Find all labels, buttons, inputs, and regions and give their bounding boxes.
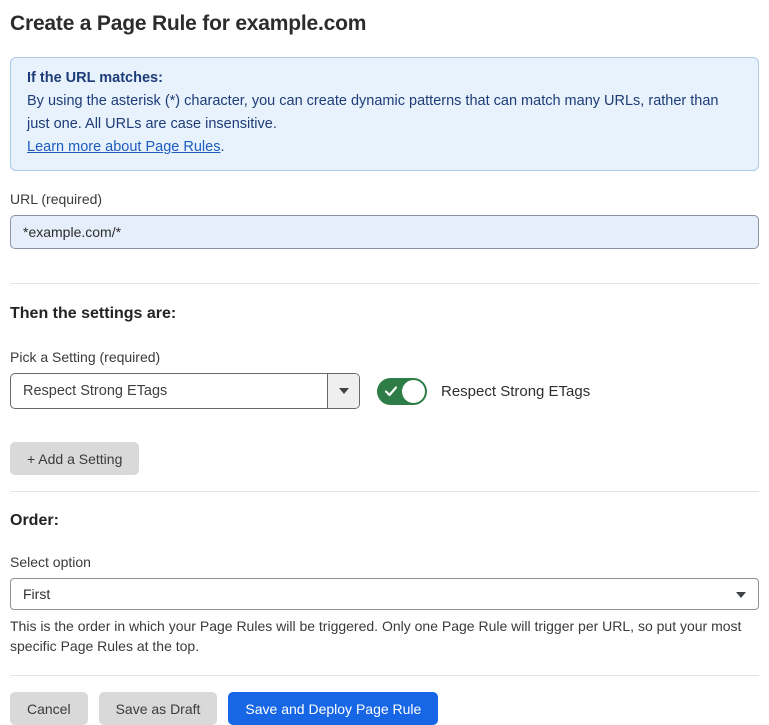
save-as-draft-button[interactable]: Save as Draft (99, 692, 218, 725)
cancel-button[interactable]: Cancel (10, 692, 88, 725)
page-rule-form: Create a Page Rule for example.com If th… (0, 0, 769, 725)
order-select[interactable]: First (10, 578, 759, 610)
check-icon (384, 384, 398, 398)
section-divider (10, 283, 759, 284)
footer-actions: Cancel Save as Draft Save and Deploy Pag… (10, 692, 759, 725)
chevron-down-icon (736, 592, 746, 598)
info-box-heading: If the URL matches: (27, 67, 742, 90)
dropdown-arrow-icon (339, 388, 349, 394)
order-select-value: First (23, 586, 50, 602)
setting-picker-label: Pick a Setting (required) (10, 349, 759, 365)
footer-divider (10, 675, 759, 676)
order-select-label: Select option (10, 554, 759, 570)
info-box-body: By using the asterisk (*) character, you… (27, 90, 742, 136)
link-suffix: . (220, 139, 224, 155)
setting-select-value: Respect Strong ETags (11, 374, 327, 408)
url-field-label: URL (required) (10, 191, 759, 207)
section-divider (10, 491, 759, 492)
page-title: Create a Page Rule for example.com (10, 12, 759, 36)
setting-select-arrow-button[interactable] (327, 374, 359, 408)
url-match-info-box: If the URL matches: By using the asteris… (10, 57, 759, 171)
add-setting-button[interactable]: + Add a Setting (10, 442, 139, 475)
order-help-text: This is the order in which your Page Rul… (10, 616, 750, 656)
setting-select[interactable]: Respect Strong ETags (10, 373, 360, 409)
setting-toggle-label: Respect Strong ETags (441, 383, 590, 400)
learn-more-link[interactable]: Learn more about Page Rules (27, 139, 220, 155)
info-box-link-line: Learn more about Page Rules. (27, 136, 742, 159)
toggle-knob (402, 380, 425, 403)
url-input[interactable] (10, 215, 759, 249)
setting-toggle[interactable] (377, 378, 427, 405)
setting-row: Respect Strong ETags Respect Strong ETag… (10, 373, 759, 409)
save-and-deploy-button[interactable]: Save and Deploy Page Rule (228, 692, 438, 725)
setting-toggle-group: Respect Strong ETags (377, 378, 590, 405)
order-section-heading: Order: (10, 512, 759, 530)
settings-section-heading: Then the settings are: (10, 305, 759, 323)
